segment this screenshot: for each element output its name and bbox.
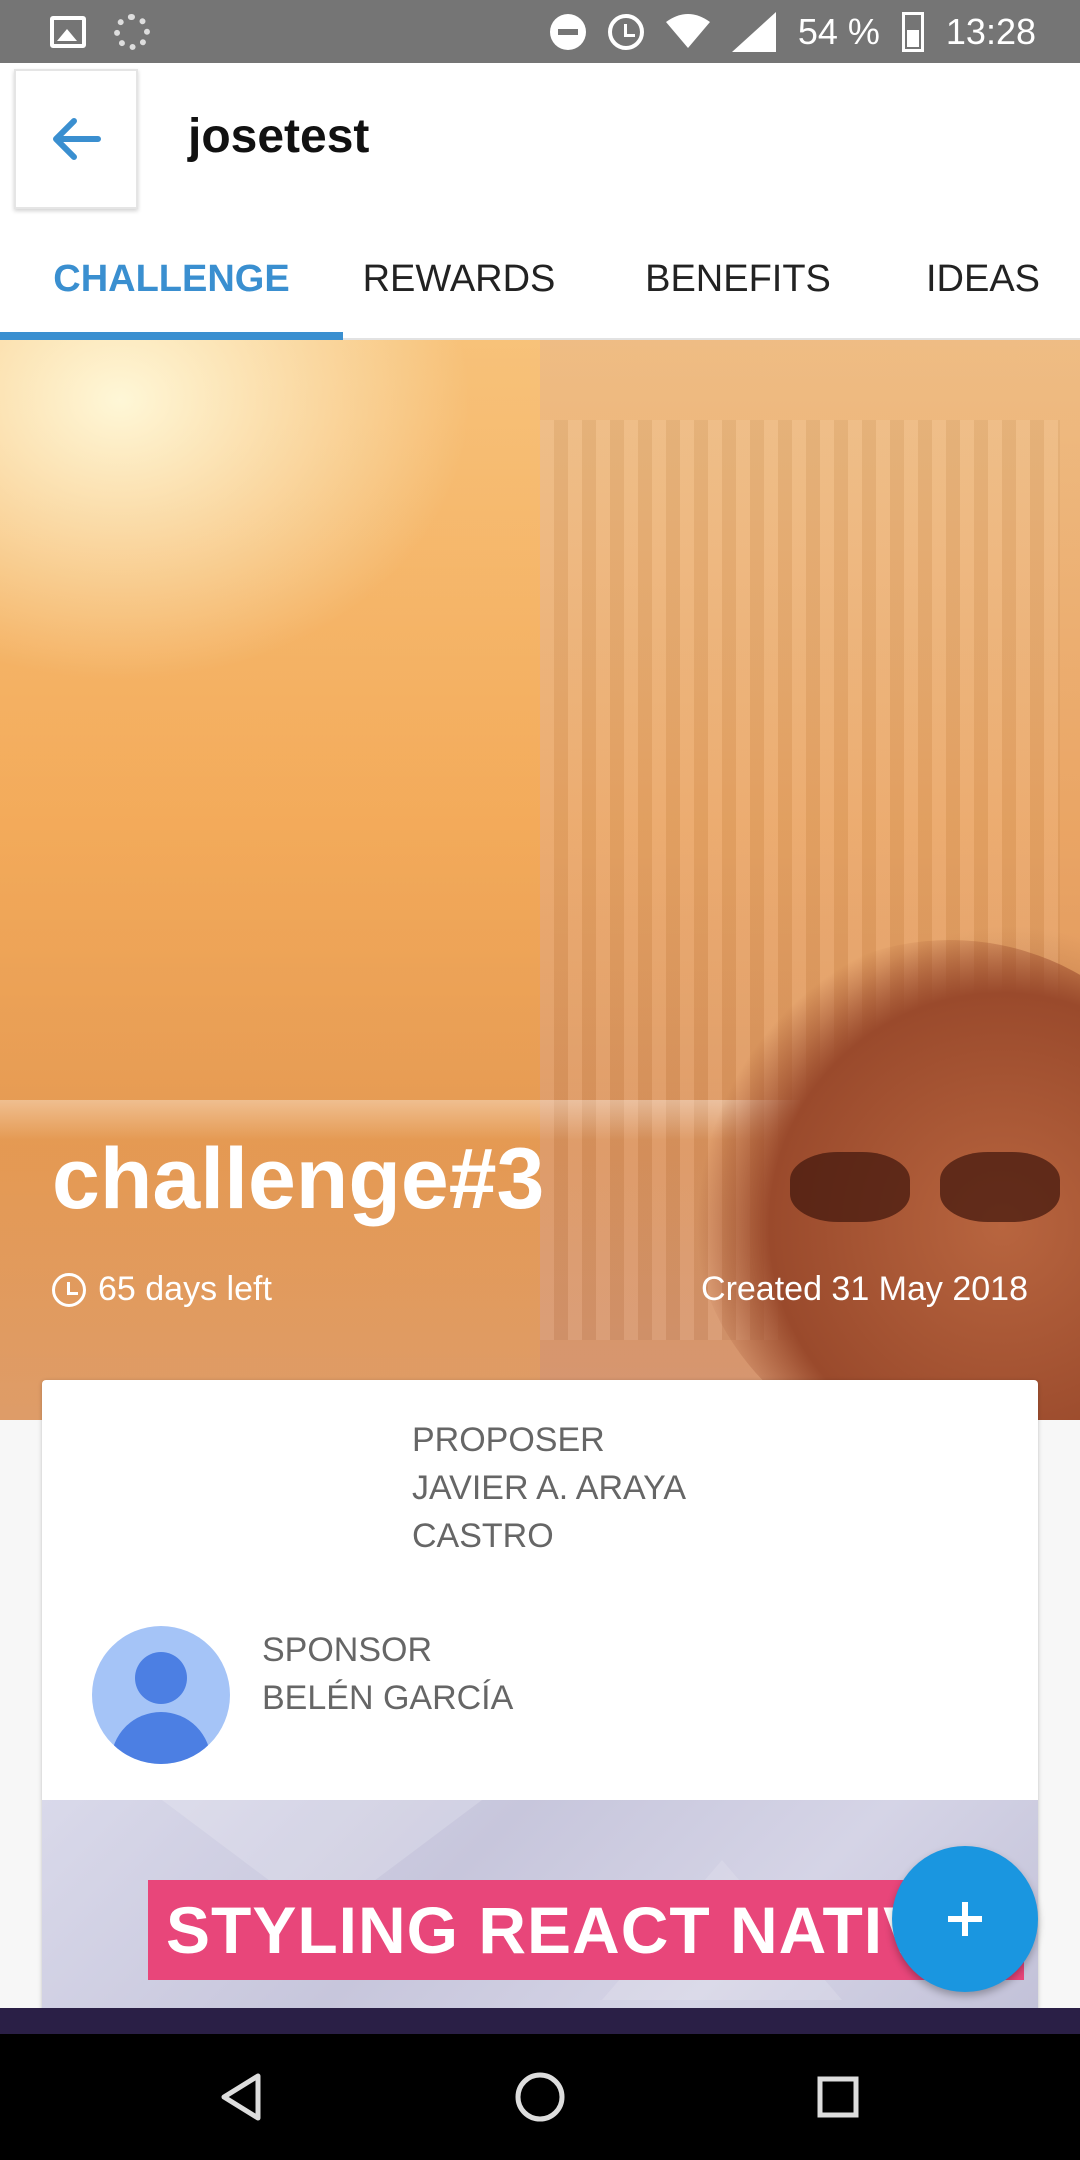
people-card: PROPOSER JAVIER A. ARAYA CASTRO SPONSOR … (42, 1380, 1038, 2020)
hero-sunglasses (790, 1152, 1060, 1222)
cell-signal-icon (731, 12, 776, 52)
back-triangle-icon (221, 2073, 261, 2121)
home-circle-icon (515, 2072, 565, 2122)
tab-bar: CHALLENGE REWARDS BENEFITS IDEAS (0, 218, 1080, 340)
proposer-label: PROPOSER (412, 1421, 605, 1459)
clock-time: 13:28 (945, 11, 1036, 52)
app-bar: josetest (0, 63, 1080, 218)
sponsor-block: SPONSOR BELÉN GARCÍA (262, 1626, 513, 1722)
proposer-name-line1: JAVIER A. ARAYA (412, 1469, 686, 1507)
proposer-block: PROPOSER JAVIER A. ARAYA CASTRO (412, 1416, 686, 1560)
tab-indicator (0, 332, 343, 340)
time-left: 65 days left (52, 1270, 272, 1309)
arrow-left-icon (53, 118, 101, 160)
recents-square-icon (817, 2076, 859, 2118)
plus-icon (948, 1902, 982, 1936)
idea-banner-image[interactable]: STYLING REACT NATIVE (42, 1800, 1038, 2020)
clock-icon (52, 1272, 86, 1307)
page-title: josetest (188, 110, 370, 163)
wifi-icon (665, 14, 710, 48)
status-bar: 54 % 13:28 (0, 0, 1080, 63)
back-button[interactable] (14, 69, 138, 209)
do-not-disturb-icon (549, 14, 586, 50)
add-button[interactable] (892, 1846, 1038, 1992)
challenge-hero-image: challenge#3 65 days left Created 31 May … (0, 340, 1080, 1420)
nav-home-button[interactable] (505, 2062, 575, 2132)
tab-ideas[interactable]: IDEAS (886, 218, 1080, 340)
sponsor-label: SPONSOR (262, 1631, 433, 1669)
avatar (92, 1626, 230, 1764)
sponsor-name: BELÉN GARCÍA (262, 1679, 514, 1717)
alarm-icon (607, 14, 644, 50)
tab-challenge[interactable]: CHALLENGE (0, 218, 343, 340)
system-nav-bar (0, 2034, 1080, 2160)
battery-percent: 54 % (797, 11, 880, 52)
tab-benefits[interactable]: BENEFITS (590, 218, 886, 340)
time-left-text: 65 days left (98, 1270, 272, 1308)
battery-icon (901, 12, 924, 52)
image-icon (50, 16, 86, 48)
nav-back-button[interactable] (206, 2062, 276, 2132)
created-date: Created 31 May 2018 (701, 1270, 1028, 1308)
nav-recents-button[interactable] (803, 2062, 873, 2132)
proposer-name-line2: CASTRO (412, 1517, 554, 1555)
content-strip (0, 2008, 1080, 2034)
challenge-title: challenge#3 (52, 1131, 545, 1227)
tab-rewards[interactable]: REWARDS (343, 218, 575, 340)
loading-icon (114, 14, 150, 50)
